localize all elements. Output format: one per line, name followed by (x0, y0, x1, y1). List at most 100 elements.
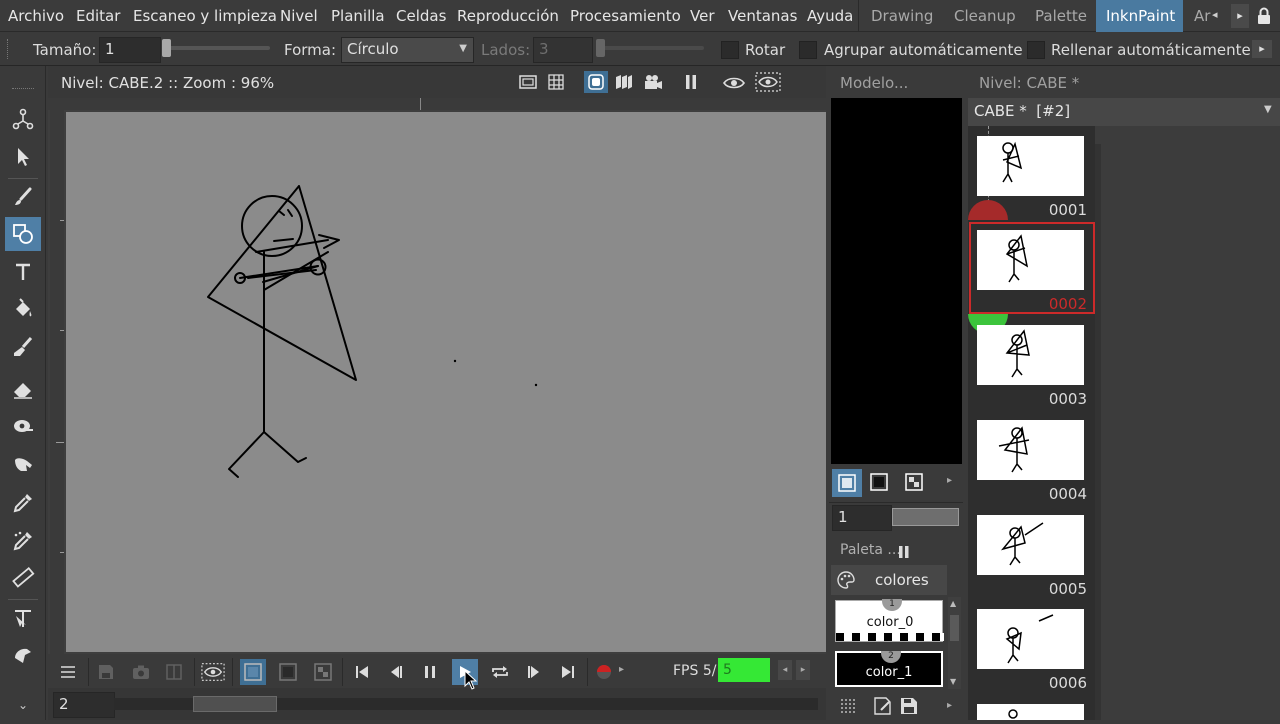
frame-field[interactable]: 2 (53, 692, 115, 718)
camera-stand-view-icon[interactable] (584, 71, 608, 93)
menu-editar[interactable]: Editar (76, 7, 120, 25)
toolbar-more-icon[interactable]: ⌄ (15, 698, 31, 712)
next-frame-icon[interactable] (521, 659, 547, 685)
paint-brush-tool-icon[interactable] (5, 330, 41, 364)
level-strip-scrollbar[interactable] (1095, 144, 1101, 720)
grid-icon[interactable] (548, 74, 564, 90)
size-slider-knob[interactable] (162, 39, 171, 57)
pump-tool-icon[interactable] (5, 638, 41, 672)
size-field[interactable]: 1 (99, 37, 161, 63)
fps-increase-icon[interactable]: ▸ (796, 660, 810, 680)
room-scroll-left-icon[interactable]: ◂ (1212, 8, 1226, 24)
room-tab-cleanup[interactable]: Cleanup (944, 0, 1026, 32)
menu-nivel[interactable]: Nivel (280, 7, 318, 25)
level-select-dropdown[interactable]: CABE * [#2] ▼ (968, 98, 1280, 126)
autogroup-checkbox[interactable] (799, 41, 817, 59)
model-viewer[interactable] (831, 98, 962, 464)
menu-planilla[interactable]: Planilla (331, 7, 385, 25)
style-checker-icon[interactable] (905, 473, 923, 491)
toolbar-grip[interactable] (12, 88, 34, 92)
frame-slider-handle[interactable] (193, 696, 277, 712)
scroll-down-icon[interactable]: ▼ (950, 677, 956, 686)
pause-icon[interactable] (417, 659, 443, 685)
scroll-up-icon[interactable]: ▲ (950, 599, 956, 608)
type-tool-icon[interactable] (5, 255, 41, 289)
snapshot-camera-icon[interactable] (128, 659, 154, 685)
style-black-icon[interactable] (870, 473, 888, 491)
sides-slider-knob[interactable] (596, 39, 605, 57)
frame-thumb-0006[interactable] (977, 609, 1084, 669)
options-scroll-right-icon[interactable]: ▸ (1252, 40, 1272, 58)
menu-reproduccion[interactable]: Reproducción (457, 7, 559, 25)
drawing-canvas[interactable] (66, 112, 826, 652)
room-scroll-right-icon[interactable]: ▸ (1231, 4, 1249, 28)
frame-thumb-0004[interactable] (977, 420, 1084, 480)
room-tab-palette[interactable]: Palette (1025, 0, 1097, 32)
lock-icon[interactable] (1256, 7, 1272, 25)
menu-hamburger-icon[interactable] (55, 659, 81, 685)
new-style-icon[interactable] (873, 696, 893, 716)
menu-ver[interactable]: Ver (690, 7, 715, 25)
menu-ayuda[interactable]: Ayuda (807, 7, 853, 25)
rgb-picker-tool-icon[interactable] (5, 524, 41, 558)
sub-camera-preview-icon[interactable] (755, 72, 781, 92)
3d-view-icon[interactable] (615, 74, 633, 90)
selection-tool-icon[interactable] (5, 140, 41, 174)
loop-icon[interactable] (487, 659, 513, 685)
shape-select[interactable]: Círculo ▼ (341, 37, 474, 63)
preview-toggle-icon[interactable] (200, 659, 226, 685)
freeze-icon[interactable] (684, 74, 698, 90)
tape-tool-icon[interactable] (5, 408, 41, 442)
fps-field[interactable]: 5 (718, 658, 770, 682)
sides-slider-track[interactable] (596, 46, 704, 50)
preview-eye-icon[interactable] (723, 75, 745, 89)
fps-decrease-icon[interactable]: ◂ (778, 660, 792, 680)
frame-thumb-0001[interactable] (977, 136, 1084, 196)
room-tab-drawing[interactable]: Drawing (861, 0, 943, 32)
menu-ventanas[interactable]: Ventanas (728, 7, 797, 25)
style-frame-field[interactable]: 1 (832, 505, 892, 531)
palette-freeze-icon[interactable] (899, 544, 909, 558)
previous-frame-icon[interactable] (383, 659, 409, 685)
menu-escaneo[interactable]: Escaneo y limpieza (133, 7, 277, 25)
safe-area-icon[interactable] (519, 74, 537, 90)
palette-view-icon[interactable] (840, 698, 858, 714)
toolbar-grip[interactable] (7, 39, 10, 59)
more-channels-icon[interactable]: ▸ (619, 664, 629, 678)
room-tab-inknpaint[interactable]: InknPaint (1096, 0, 1183, 32)
ruler-tool-icon[interactable] (5, 560, 41, 594)
palette-chip-color-0[interactable]: 1 color_0 (835, 599, 944, 642)
sides-field[interactable]: 3 (533, 37, 593, 63)
palette-scrollbar[interactable]: ▲ ▼ (948, 597, 961, 689)
white-bg-icon[interactable] (240, 659, 266, 685)
palette-chip-color-1[interactable]: 2 color_1 (835, 651, 943, 687)
compare-icon[interactable] (161, 659, 187, 685)
menu-archivo[interactable]: Archivo (8, 7, 64, 25)
size-slider-track[interactable] (162, 46, 270, 50)
finger-tool-icon[interactable] (5, 446, 41, 480)
fill-tool-icon[interactable] (5, 292, 41, 326)
frame-thumb-0002[interactable] (977, 230, 1084, 290)
animate-tool-icon[interactable] (5, 102, 41, 136)
room-tab-ar[interactable]: Ar (1184, 0, 1210, 32)
menu-celdas[interactable]: Celdas (396, 7, 446, 25)
save-palette-icon[interactable] (900, 697, 918, 715)
save-icon[interactable] (93, 659, 119, 685)
geometric-tool-icon[interactable] (5, 217, 41, 251)
style-white-icon[interactable] (832, 469, 862, 497)
channel-red-icon[interactable] (591, 659, 617, 685)
black-bg-icon[interactable] (275, 659, 301, 685)
brush-tool-icon[interactable] (5, 180, 41, 214)
style-picker-tool-icon[interactable] (5, 486, 41, 520)
control-point-editor-tool-icon[interactable] (5, 602, 41, 636)
palette-name-row[interactable]: colores (831, 565, 947, 595)
frame-thumb-0003[interactable] (977, 325, 1084, 385)
checkerboard-bg-icon[interactable] (310, 659, 336, 685)
style-panel-more-icon[interactable]: ▸ (947, 475, 952, 486)
frame-thumb-0005[interactable] (977, 515, 1084, 575)
palette-scroll-thumb[interactable] (950, 615, 959, 641)
camera-view-icon[interactable] (643, 73, 663, 91)
rotate-checkbox[interactable] (721, 41, 739, 59)
autofill-checkbox[interactable] (1027, 41, 1045, 59)
first-frame-icon[interactable] (349, 659, 375, 685)
